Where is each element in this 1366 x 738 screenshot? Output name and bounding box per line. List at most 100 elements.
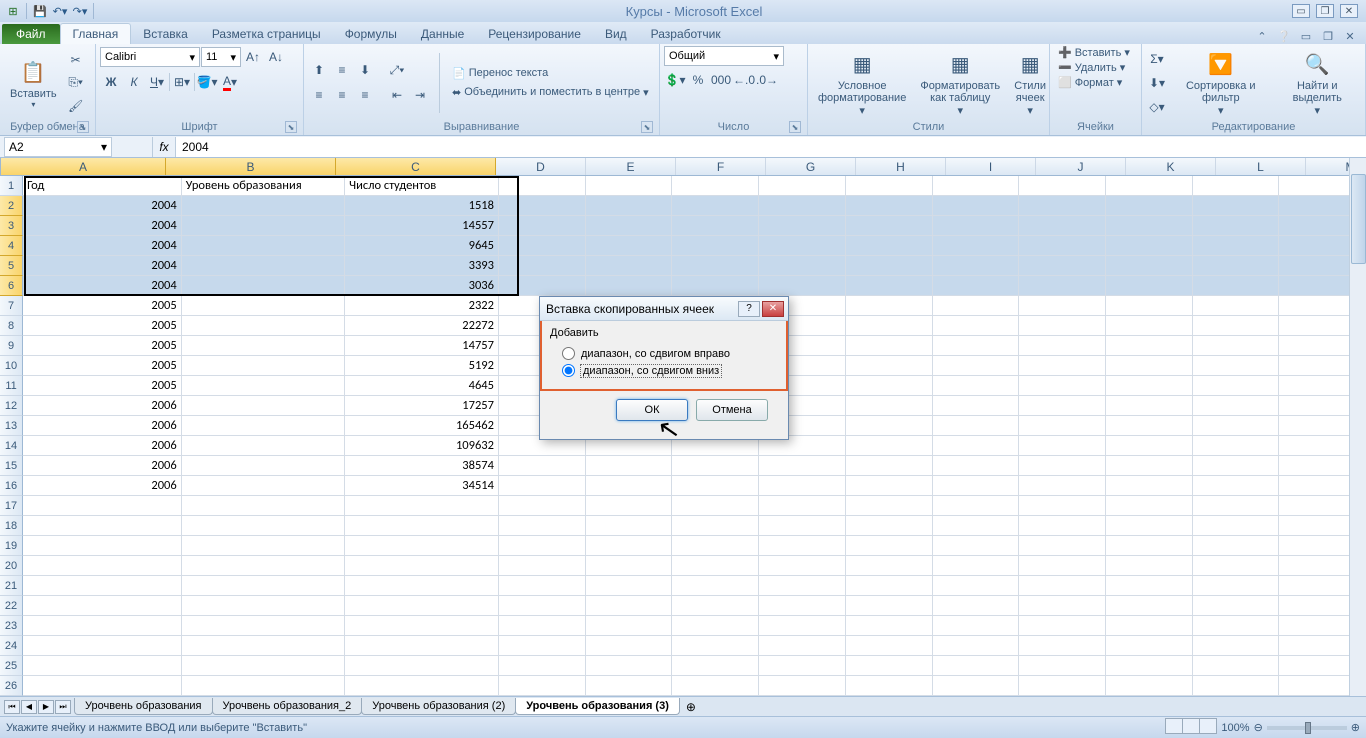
indent-right-icon[interactable]: ⇥ (409, 84, 431, 106)
cell[interactable] (933, 236, 1020, 256)
cell[interactable] (933, 576, 1020, 596)
cell[interactable] (1193, 396, 1280, 416)
cell[interactable] (23, 636, 182, 656)
cell[interactable] (846, 516, 933, 536)
cell[interactable] (182, 336, 345, 356)
cell[interactable] (846, 216, 933, 236)
cell[interactable] (182, 576, 345, 596)
cell[interactable] (672, 576, 759, 596)
cell[interactable] (1106, 576, 1193, 596)
cell[interactable] (499, 636, 586, 656)
row-header[interactable]: 17 (0, 496, 23, 516)
cell[interactable] (1193, 656, 1280, 676)
cell[interactable] (846, 376, 933, 396)
row-header[interactable]: 4 (0, 236, 23, 256)
col-header-L[interactable]: L (1216, 158, 1306, 175)
align-left-icon[interactable]: ≡ (308, 84, 330, 106)
row-header[interactable]: 2 (0, 196, 23, 216)
cell[interactable] (586, 216, 673, 236)
cell[interactable] (1106, 376, 1193, 396)
cell[interactable] (846, 236, 933, 256)
tab-insert[interactable]: Вставка (131, 24, 200, 44)
cell[interactable] (933, 416, 1020, 436)
cell[interactable] (846, 316, 933, 336)
cell[interactable] (759, 616, 846, 636)
cell[interactable] (759, 636, 846, 656)
delete-cells-button[interactable]: ➖ Удалить ▾ (1054, 61, 1129, 74)
tab-formulas[interactable]: Формулы (333, 24, 409, 44)
cell[interactable] (182, 636, 345, 656)
sheet-tab[interactable]: Урочвень образования_2 (212, 698, 363, 715)
cell[interactable] (1193, 476, 1280, 496)
cell[interactable] (933, 296, 1020, 316)
cell[interactable] (933, 536, 1020, 556)
cell[interactable] (759, 476, 846, 496)
cell[interactable] (933, 496, 1020, 516)
merge-center-button[interactable]: ⬌Объединить и поместить в центре ▾ (448, 86, 653, 99)
cell[interactable] (23, 536, 182, 556)
cell[interactable] (672, 236, 759, 256)
col-header-K[interactable]: K (1126, 158, 1216, 175)
row-header[interactable]: 20 (0, 556, 23, 576)
cell[interactable] (1193, 336, 1280, 356)
maximize-workbook-icon[interactable]: ❐ (1320, 28, 1336, 44)
cell[interactable] (846, 276, 933, 296)
dialog-close-icon[interactable]: ✕ (762, 301, 784, 317)
cell[interactable]: 2004 (23, 216, 182, 236)
row-header[interactable]: 21 (0, 576, 23, 596)
cell[interactable] (345, 636, 499, 656)
close-workbook-icon[interactable]: ✕ (1342, 28, 1358, 44)
cell[interactable] (1106, 256, 1193, 276)
cell[interactable] (499, 236, 586, 256)
redo-icon[interactable]: ↷▾ (71, 2, 89, 20)
tab-home[interactable]: Главная (60, 23, 132, 44)
cell[interactable] (1106, 356, 1193, 376)
cell[interactable] (182, 436, 345, 456)
row-header[interactable]: 19 (0, 536, 23, 556)
cell[interactable] (1106, 596, 1193, 616)
cell[interactable] (846, 556, 933, 576)
cell[interactable] (933, 316, 1020, 336)
minimize-icon[interactable]: ▭ (1292, 4, 1310, 18)
cell[interactable] (1019, 416, 1106, 436)
radio-shift-right-input[interactable] (562, 347, 575, 360)
row-header[interactable]: 8 (0, 316, 23, 336)
cell[interactable] (23, 576, 182, 596)
cell[interactable]: 2322 (345, 296, 499, 316)
cell[interactable] (1019, 456, 1106, 476)
clear-icon[interactable]: ◇▾ (1146, 96, 1168, 118)
percent-icon[interactable]: % (687, 69, 709, 91)
cell[interactable] (1193, 316, 1280, 336)
cell[interactable] (1193, 636, 1280, 656)
cell-styles-button[interactable]: ▦Стили ячеек▾ (1008, 46, 1052, 119)
sheet-tab[interactable]: Урочвень образования (74, 698, 213, 715)
cell[interactable] (1193, 616, 1280, 636)
tab-file[interactable]: Файл (2, 24, 60, 44)
cell[interactable] (933, 636, 1020, 656)
minimize-ribbon-icon[interactable]: ⌃ (1254, 28, 1270, 44)
tab-review[interactable]: Рецензирование (476, 24, 593, 44)
new-sheet-icon[interactable]: ⊕ (680, 700, 702, 714)
cell[interactable] (759, 656, 846, 676)
cell[interactable]: 14757 (345, 336, 499, 356)
cell[interactable] (759, 536, 846, 556)
cell[interactable] (759, 196, 846, 216)
row-header[interactable]: 7 (0, 296, 23, 316)
wrap-text-button[interactable]: 📄Перенос текста (448, 67, 653, 80)
cell[interactable] (586, 536, 673, 556)
cell[interactable] (672, 496, 759, 516)
cell[interactable] (672, 196, 759, 216)
cell[interactable]: 2005 (23, 316, 182, 336)
cell[interactable] (1193, 676, 1280, 696)
fx-button[interactable]: fx (152, 137, 176, 157)
cell[interactable] (1019, 636, 1106, 656)
sheet-last-icon[interactable]: ⏭ (55, 700, 71, 714)
excel-icon[interactable]: ⊞ (4, 2, 22, 20)
launcher-icon[interactable]: ⬊ (789, 121, 801, 133)
cell[interactable] (672, 636, 759, 656)
cell[interactable] (672, 456, 759, 476)
cell[interactable] (846, 596, 933, 616)
cell[interactable] (933, 596, 1020, 616)
cell[interactable] (1193, 176, 1280, 196)
cell[interactable] (759, 576, 846, 596)
